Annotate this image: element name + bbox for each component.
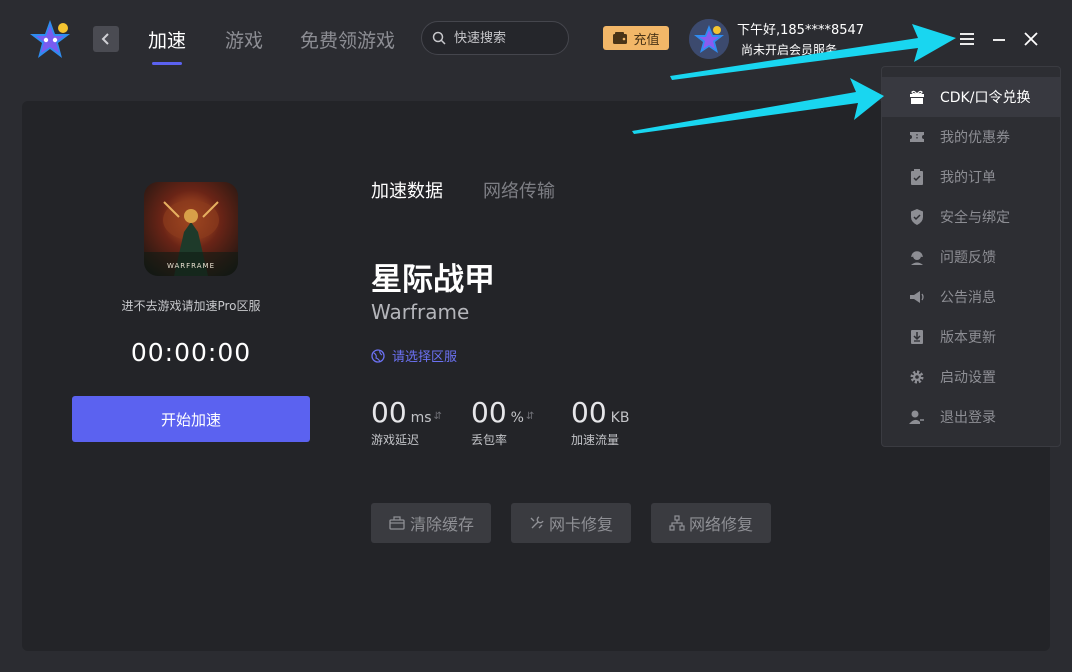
cover-caption: WARFRAME (166, 262, 216, 270)
menu-item-label: 启动设置 (940, 370, 996, 386)
recharge-button[interactable]: 充值 (603, 26, 669, 50)
menu-button[interactable] (956, 28, 978, 50)
feedback-headset-icon (911, 251, 923, 265)
menu-item-label: 退出登录 (940, 410, 996, 426)
clear-cache-label: 清除缓存 (409, 515, 474, 534)
region-hint-text: 进不去游戏请加速Pro区服 (121, 299, 261, 313)
menu-item-launch-settings[interactable]: 启动设置 (882, 357, 1060, 397)
tab-acceleration-data[interactable]: 加速数据 (371, 177, 443, 203)
gift-icon (910, 90, 924, 104)
menu-item-label: 安全与绑定 (940, 210, 1010, 226)
avatar-star-icon (689, 19, 729, 59)
menu-item-announcements[interactable]: 公告消息 (882, 277, 1060, 317)
menu-item-label: 公告消息 (940, 290, 996, 306)
nav-tab-accelerate[interactable]: 加速 (148, 26, 186, 53)
sort-arrows-icon: ⇵ (525, 411, 535, 422)
menu-item-feedback[interactable]: 问题反馈 (882, 237, 1060, 277)
vip-status-label: 尚未开启会员服务 (741, 43, 837, 57)
minimize-button[interactable] (988, 28, 1010, 50)
latency-unit: ms (410, 410, 432, 426)
network-repair-label: 网络修复 (688, 515, 753, 534)
menu-item-logout[interactable]: 退出登录 (882, 397, 1060, 437)
network-icon (669, 515, 685, 531)
select-region-link[interactable]: 请选择区服 (371, 346, 457, 365)
active-tab-indicator (152, 62, 182, 65)
menu-item-label: 我的优惠券 (940, 130, 1010, 146)
broom-icon (389, 516, 405, 530)
logout-user-icon (909, 410, 924, 424)
search-icon (432, 31, 446, 45)
menu-item-version-update[interactable]: 版本更新 (882, 317, 1060, 357)
recharge-label: 充值 (633, 32, 660, 48)
gear-icon (910, 370, 924, 384)
minimize-icon (993, 39, 1005, 41)
nav-tab-games[interactable]: 游戏 (225, 26, 263, 53)
app-logo-icon (30, 20, 70, 58)
nav-tab-free-games[interactable]: 免费领游戏 (300, 26, 395, 53)
vip-status[interactable]: 尚未开启会员服务 (737, 41, 837, 58)
close-icon (1024, 32, 1038, 46)
traffic-label: 加速流量 (571, 433, 620, 447)
close-button[interactable] (1020, 28, 1042, 50)
chevron-left-icon (101, 33, 109, 45)
hamburger-menu-icon (960, 33, 974, 45)
game-cover-image: WARFRAME (144, 182, 238, 276)
network-repair-button[interactable]: 网络修复 (651, 503, 771, 543)
clear-cache-button[interactable]: 清除缓存 (371, 503, 491, 543)
latency-value: 00 (371, 396, 407, 429)
coupon-icon (910, 132, 924, 142)
wallet-icon (613, 32, 628, 44)
menu-item-label: 我的订单 (940, 170, 996, 186)
latency-stat: 00 ms ⇵ 游戏延迟 (371, 396, 442, 448)
menu-item-cdk-redeem[interactable]: CDK/口令兑换 (882, 77, 1060, 117)
search-input[interactable] (452, 29, 561, 47)
tab-network-transfer[interactable]: 网络传输 (483, 177, 555, 203)
main-dropdown-menu: CDK/口令兑换 我的优惠券 我的订单 安全与绑定 问题反馈 公告消息 版本更新… (881, 66, 1061, 447)
menu-item-orders[interactable]: 我的订单 (882, 157, 1060, 197)
game-title-cn: 星际战甲 (371, 262, 495, 298)
menu-item-label: 版本更新 (940, 330, 996, 346)
packet-loss-value: 00 (471, 396, 507, 429)
start-acceleration-button[interactable]: 开始加速 (72, 396, 310, 442)
select-region-label: 请选择区服 (392, 350, 458, 365)
nic-repair-label: 网卡修复 (548, 515, 613, 534)
order-clipboard-icon (911, 169, 923, 185)
globe-icon (371, 348, 385, 363)
shield-check-icon (911, 209, 923, 225)
user-greeting: 下午好,185****8547 (737, 23, 865, 38)
game-title-en: Warframe (371, 300, 470, 324)
packet-loss-unit: % (510, 410, 524, 426)
menu-item-coupons[interactable]: 我的优惠券 (882, 117, 1060, 157)
update-icon (911, 330, 923, 344)
search-box[interactable] (421, 21, 569, 55)
menu-item-security-binding[interactable]: 安全与绑定 (882, 197, 1060, 237)
back-button[interactable] (93, 26, 119, 52)
traffic-value: 00 (571, 396, 607, 429)
traffic-unit: KB (610, 410, 630, 426)
latency-label: 游戏延迟 (371, 433, 420, 447)
acceleration-timer: 00:00:00 (130, 338, 252, 367)
avatar[interactable] (689, 19, 729, 59)
packet-loss-label: 丢包率 (471, 433, 508, 447)
traffic-stat: 00 KB 加速流量 (571, 396, 629, 448)
wrench-icon (530, 516, 544, 529)
nic-repair-button[interactable]: 网卡修复 (511, 503, 631, 543)
sort-arrows-icon: ⇵ (433, 411, 442, 422)
menu-item-label: CDK/口令兑换 (940, 90, 1031, 106)
menu-item-label: 问题反馈 (940, 250, 996, 266)
packet-loss-stat: 00% ⇵ 丢包率 (471, 396, 534, 448)
speaker-icon (910, 291, 924, 303)
